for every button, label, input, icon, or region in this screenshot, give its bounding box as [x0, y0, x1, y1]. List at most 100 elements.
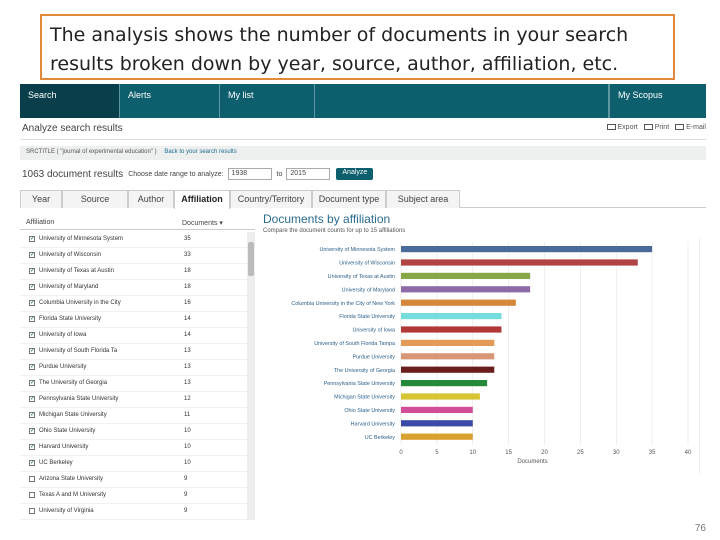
- affiliation-name[interactable]: University of Wisconsin: [39, 252, 101, 258]
- affiliation-checkbox[interactable]: ✓: [29, 364, 35, 370]
- affiliation-checkbox[interactable]: ✓: [29, 348, 35, 354]
- tab-document-type[interactable]: Document type: [312, 190, 386, 208]
- nav-alerts[interactable]: Alerts: [120, 84, 220, 118]
- tab-source[interactable]: Source: [62, 190, 128, 208]
- document-count: 14: [184, 332, 191, 338]
- list-item: ✓ Pennsylvania State University 12: [20, 392, 255, 408]
- x-tick-label: 40: [685, 450, 692, 456]
- x-tick-label: 0: [399, 450, 403, 456]
- nav-search[interactable]: Search: [20, 84, 120, 118]
- affiliation-name[interactable]: University of South Florida Ta: [39, 348, 117, 354]
- affiliation-checkbox[interactable]: ✓: [29, 300, 35, 306]
- page-number: 76: [694, 523, 706, 534]
- chart-subtitle: Compare the document counts for up to 15…: [263, 228, 406, 234]
- document-count: 35: [184, 236, 191, 242]
- affiliation-name[interactable]: University of Texas at Austin: [39, 268, 114, 274]
- affiliation-checkbox[interactable]: ✓: [29, 428, 35, 434]
- affiliation-checkbox[interactable]: [29, 508, 35, 514]
- export-button[interactable]: Export: [606, 124, 638, 131]
- affiliation-name[interactable]: University of Maryland: [39, 284, 98, 290]
- y-tick-label: Harvard University: [351, 421, 396, 427]
- results-summary: 1063 document results Choose date range …: [22, 166, 374, 182]
- bar: [401, 259, 638, 266]
- bar: [401, 380, 488, 387]
- affiliation-name[interactable]: Florida State University: [39, 316, 101, 322]
- affiliation-checkbox[interactable]: ✓: [29, 332, 35, 338]
- page-actions: Export Print E-mail: [606, 124, 706, 131]
- bar: [401, 420, 473, 427]
- affiliation-checkbox[interactable]: ✓: [29, 444, 35, 450]
- list-item: ✓ The University of Georgia 13: [20, 376, 255, 392]
- x-tick-label: 5: [435, 450, 439, 456]
- affiliation-name[interactable]: Texas A and M University: [39, 492, 106, 498]
- bar: [401, 433, 473, 440]
- y-tick-label: Michigan State University: [334, 395, 395, 401]
- export-label: Export: [617, 124, 638, 131]
- header-documents[interactable]: Documents ▾: [182, 219, 223, 227]
- tab-author[interactable]: Author: [128, 190, 174, 208]
- tab-year[interactable]: Year: [20, 190, 62, 208]
- document-count: 10: [184, 460, 191, 466]
- y-tick-label: The University of Georgia: [334, 368, 395, 374]
- date-to-select[interactable]: 2015: [286, 168, 331, 180]
- affiliation-checkbox[interactable]: ✓: [29, 252, 35, 258]
- affiliation-name[interactable]: University of Virginia: [39, 508, 94, 514]
- tab-subject-area[interactable]: Subject area: [386, 190, 460, 208]
- chart-title: Documents by affiliation: [263, 212, 391, 226]
- list-item: University of Virginia 9: [20, 504, 255, 520]
- affiliation-name[interactable]: Harvard University: [39, 444, 88, 450]
- chart-svg: 0 5 10 15 20 25 30 35 40 University of Minnesota …: [291, 242, 692, 465]
- callout-text: The analysis shows the number of documen…: [50, 24, 629, 75]
- list-item: ✓ Columbia University in the City 16: [20, 296, 255, 312]
- header-affiliation[interactable]: Affiliation: [26, 219, 54, 226]
- affiliation-name[interactable]: UC Berkeley: [39, 460, 73, 466]
- bar: [401, 366, 495, 373]
- y-tick-label: University of Maryland: [342, 287, 395, 293]
- print-button[interactable]: Print: [643, 124, 669, 131]
- affiliation-checkbox[interactable]: ✓: [29, 380, 35, 386]
- affiliation-name[interactable]: Michigan State University: [39, 412, 107, 418]
- document-count: 33: [184, 252, 191, 258]
- list-item: ✓ UC Berkeley 10: [20, 456, 255, 472]
- list-scrollbar[interactable]: [247, 232, 255, 520]
- affiliation-name[interactable]: Pennsylvania State University: [39, 396, 118, 402]
- y-tick-label: Purdue University: [352, 354, 395, 360]
- affiliation-name[interactable]: University of Minnesota System: [39, 236, 123, 242]
- print-icon: [643, 124, 653, 131]
- document-count: 9: [184, 492, 188, 498]
- explanation-callout: The analysis shows the number of documen…: [40, 14, 675, 80]
- affiliation-checkbox[interactable]: ✓: [29, 316, 35, 322]
- affiliation-checkbox[interactable]: ✓: [29, 412, 35, 418]
- affiliation-name[interactable]: The University of Georgia: [39, 380, 107, 386]
- affiliation-name[interactable]: University of Iowa: [39, 332, 86, 338]
- results-label: document results: [47, 168, 124, 180]
- affiliation-checkbox[interactable]: ✓: [29, 284, 35, 290]
- bar: [401, 326, 502, 333]
- back-to-results-link[interactable]: Back to your search results: [164, 149, 236, 155]
- bar: [401, 406, 473, 413]
- affiliation-name[interactable]: Ohio State University: [39, 428, 95, 434]
- x-tick-label: 10: [469, 450, 476, 456]
- affiliation-checkbox[interactable]: [29, 492, 35, 498]
- document-count: 12: [184, 396, 191, 402]
- document-count: 16: [184, 300, 191, 306]
- scroll-thumb[interactable]: [248, 242, 254, 276]
- affiliation-name[interactable]: Columbia University in the City: [39, 300, 121, 306]
- date-from-select[interactable]: 1938: [227, 168, 272, 180]
- affiliation-name[interactable]: Arizona State University: [39, 476, 103, 482]
- affiliation-checkbox[interactable]: ✓: [29, 460, 35, 466]
- y-tick-label: Ohio State University: [344, 408, 395, 414]
- affiliation-name[interactable]: Purdue University: [39, 364, 86, 370]
- tab-country-territory[interactable]: Country/Territory: [230, 190, 312, 208]
- list-item: ✓ Harvard University 10: [20, 440, 255, 456]
- x-tick-label: 25: [577, 450, 584, 456]
- affiliation-checkbox[interactable]: ✓: [29, 268, 35, 274]
- nav-my-list[interactable]: My list: [220, 84, 315, 118]
- analyze-button[interactable]: Analyze: [336, 168, 374, 180]
- affiliation-checkbox[interactable]: ✓: [29, 236, 35, 242]
- tab-affiliation[interactable]: Affiliation: [174, 190, 230, 209]
- email-button[interactable]: E-mail: [675, 124, 706, 131]
- nav-my-scopus[interactable]: My Scopus: [609, 84, 706, 118]
- affiliation-checkbox[interactable]: [29, 476, 35, 482]
- affiliation-checkbox[interactable]: ✓: [29, 396, 35, 402]
